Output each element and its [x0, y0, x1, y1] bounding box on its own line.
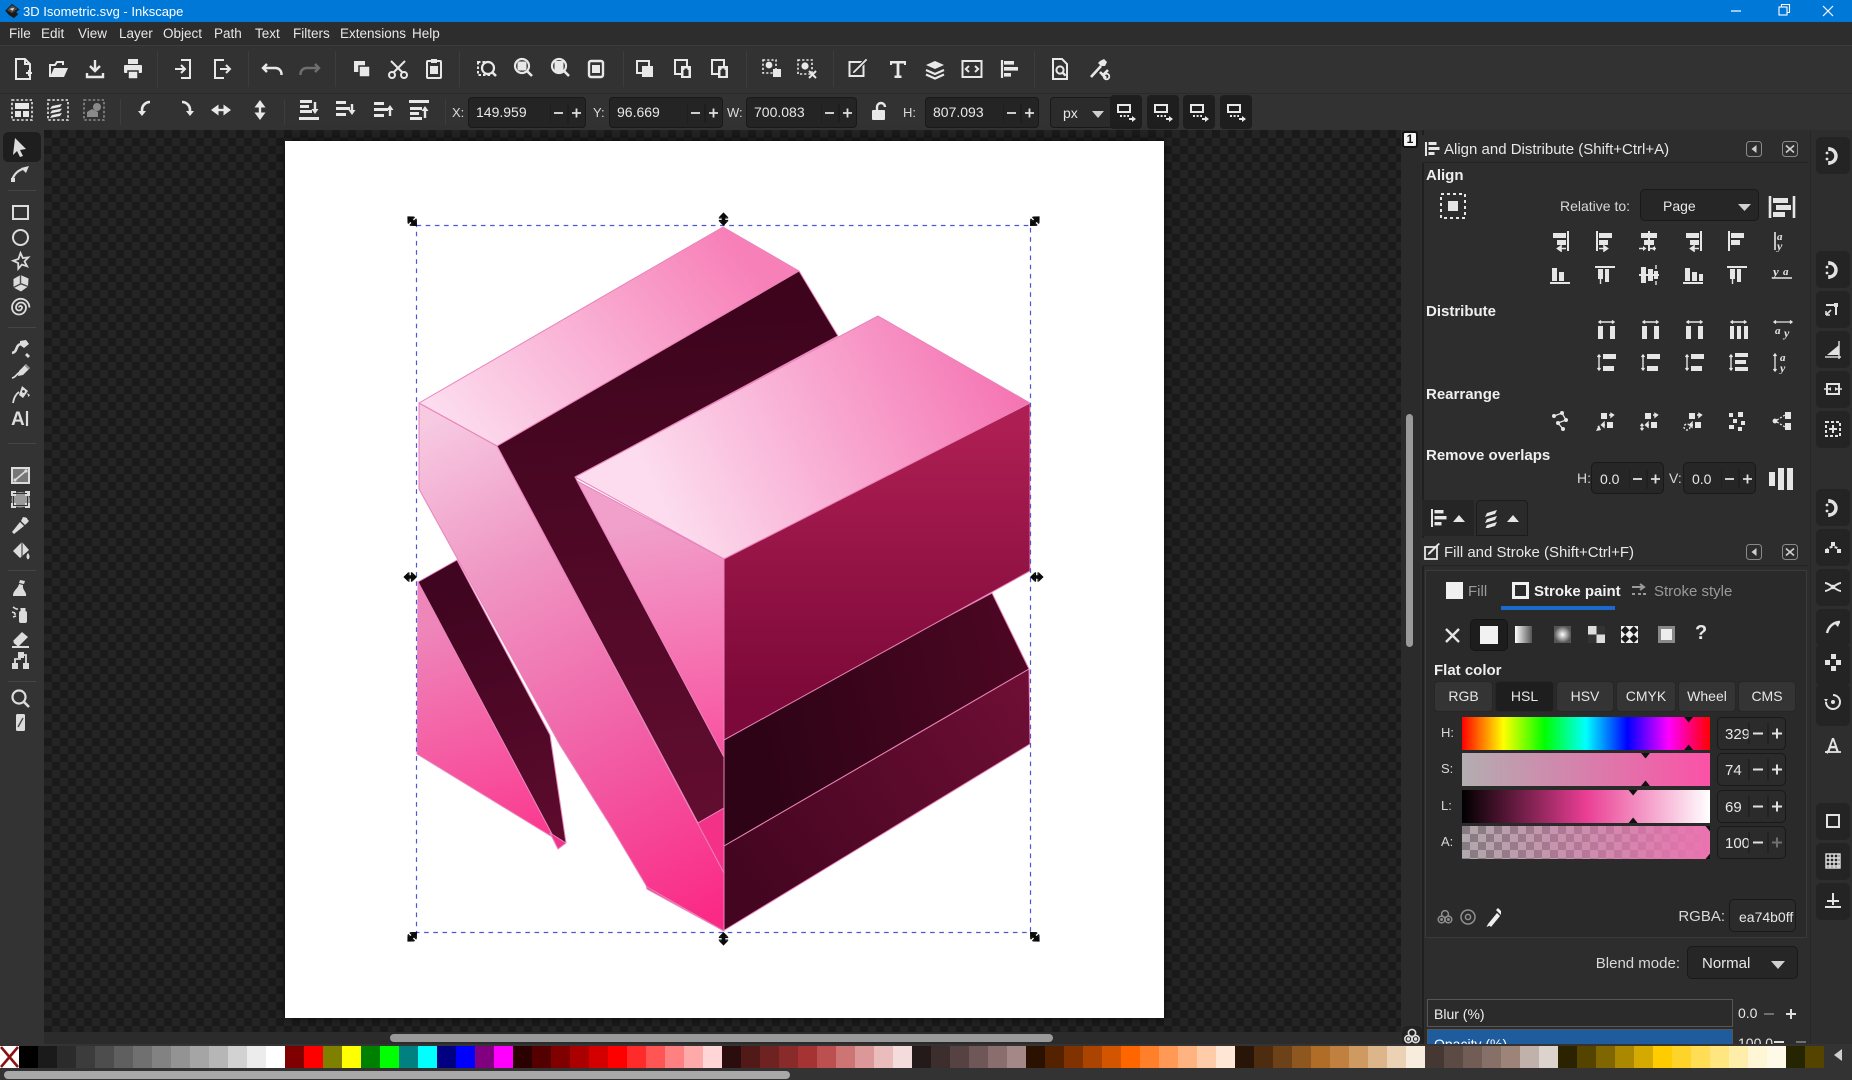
svg-text:y: y — [1778, 361, 1786, 374]
svg-text:y: y — [1771, 264, 1779, 279]
svg-text:A: A — [11, 409, 25, 429]
svg-text:y: y — [1782, 326, 1790, 340]
svg-text:a: a — [1783, 266, 1789, 278]
svg-text:a: a — [1775, 325, 1781, 337]
svg-text:y: y — [1775, 239, 1783, 252]
